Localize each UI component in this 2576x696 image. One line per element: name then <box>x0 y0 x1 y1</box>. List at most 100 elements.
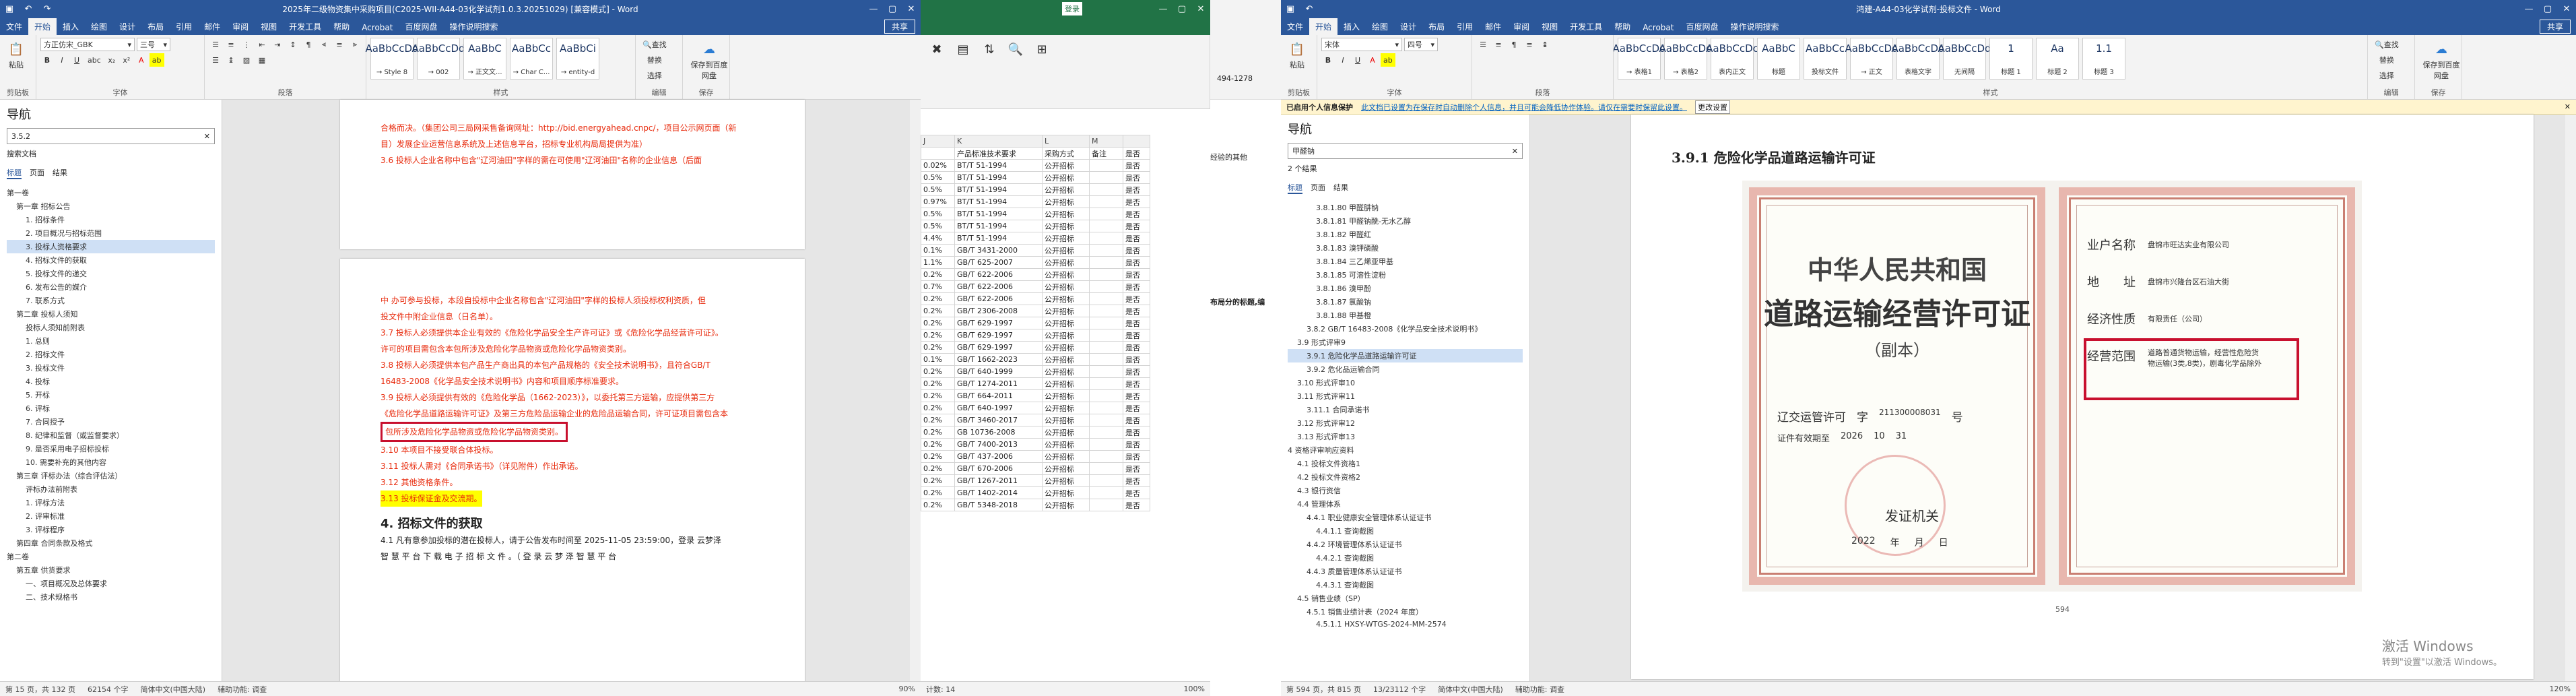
nav-search-input[interactable]: 3.5.2 ✕ <box>7 128 215 144</box>
style-item[interactable]: AaBbCcDd → Style 8 <box>365 38 419 80</box>
table-cell[interactable]: BT/T 51-1994 <box>954 208 1043 220</box>
login-button[interactable]: 登录 <box>1062 2 1082 15</box>
align-center-button[interactable]: ≡ <box>1523 38 1536 51</box>
table-cell[interactable]: GB/T 622-2006 <box>954 292 1043 305</box>
align-right-button[interactable]: ⫸ <box>348 38 362 51</box>
subscript-button[interactable]: x₂ <box>105 53 119 67</box>
close-button[interactable]: ✕ <box>2557 0 2576 18</box>
table-cell[interactable]: 是否 <box>1123 414 1150 426</box>
nav-heading-item[interactable]: 4.4.1.1 查询截图 <box>1288 524 1523 538</box>
maximize-button[interactable]: ▢ <box>1173 0 1191 18</box>
table-cell[interactable]: 是否 <box>1123 499 1150 511</box>
close-button[interactable]: ✕ <box>1191 0 1210 18</box>
table-cell[interactable]: 0.2% <box>921 438 955 451</box>
tab-references[interactable]: 引用 <box>170 18 198 35</box>
nav-heading-item[interactable]: 1. 总则 <box>7 334 215 348</box>
table-cell[interactable] <box>1089 499 1123 511</box>
table-cell[interactable]: 公开招标 <box>1042 329 1090 342</box>
tab-file[interactable]: 文件 <box>1281 18 1309 35</box>
nav-heading-item[interactable]: 第三章 评标办法（综合评估法） <box>7 469 215 482</box>
table-cell[interactable]: 是否 <box>1123 183 1150 196</box>
tab-acrobat[interactable]: Acrobat <box>356 20 399 35</box>
font-size-combo[interactable]: 四号 ▾ <box>1404 38 1438 51</box>
select-button[interactable]: 选择 <box>640 69 669 82</box>
style-item[interactable]: AaBbCcDd 无间隔 <box>1938 38 1991 80</box>
nav-heading-item[interactable]: 4.4.2 环境管理体系认证证书 <box>1288 538 1523 551</box>
style-item[interactable]: AaBbCi → entity-d <box>556 38 599 80</box>
nav-heading-item[interactable]: 5. 投标文件的递交 <box>7 267 215 280</box>
minimize-button[interactable]: — <box>2519 0 2538 18</box>
nav-tab-results[interactable]: 结果 <box>1333 182 1348 194</box>
font-color-button[interactable]: A <box>1366 53 1379 67</box>
nav-tab-results[interactable]: 结果 <box>53 167 67 179</box>
table-cell[interactable]: 0.2% <box>921 450 955 463</box>
table-cell[interactable]: GB/T 629-1997 <box>954 341 1043 354</box>
format-button[interactable]: ▤ <box>951 38 975 61</box>
nav-heading-item[interactable]: 6. 评标 <box>7 402 215 415</box>
nav-heading-item[interactable]: 4.3 银行资信 <box>1288 484 1523 497</box>
table-cell[interactable]: 公开招标 <box>1042 208 1090 220</box>
table-cell[interactable] <box>1089 329 1123 342</box>
table-cell[interactable] <box>1089 474 1123 487</box>
undo-icon[interactable]: ↶ <box>19 0 38 18</box>
italic-button[interactable]: I <box>1336 53 1350 67</box>
table-cell[interactable]: 公开招标 <box>1042 365 1090 378</box>
font-size-combo[interactable]: 三号 ▾ <box>137 38 170 51</box>
tab-home[interactable]: 开始 <box>28 18 57 35</box>
table-cell[interactable] <box>1089 317 1123 329</box>
nav-heading-item[interactable]: 3.9 形式评审9 <box>1288 336 1523 349</box>
nav-heading-item[interactable]: 3. 投标人资格要求 <box>7 240 215 253</box>
table-cell[interactable] <box>1089 220 1123 232</box>
show-marks-button[interactable]: ¶ <box>1507 38 1521 51</box>
nav-heading-item[interactable]: 3.8.1.80 甲醛肼钠 <box>1288 201 1523 214</box>
vertical-scrollbar[interactable] <box>2565 115 2576 681</box>
table-cell[interactable]: 公开招标 <box>1042 414 1090 426</box>
table-cell[interactable]: GB/T 629-1997 <box>954 329 1043 342</box>
table-cell[interactable]: 是否 <box>1123 353 1150 366</box>
table-cell[interactable]: 公开招标 <box>1042 244 1090 257</box>
tab-file[interactable]: 文件 <box>0 18 28 35</box>
table-cell[interactable]: 是否 <box>1123 244 1150 257</box>
tell-me-search[interactable]: 操作说明搜索 <box>1725 18 1785 35</box>
superscript-button[interactable]: x² <box>120 53 133 67</box>
table-cell[interactable]: 公开招标 <box>1042 220 1090 232</box>
style-item[interactable]: AaBbCcDc 表内正文 <box>1706 38 1758 80</box>
minimize-button[interactable]: — <box>864 0 883 18</box>
nav-heading-item[interactable]: 3.8.1.82 甲醛红 <box>1288 228 1523 241</box>
nav-heading-item[interactable]: 3.11.1 合同承诺书 <box>1288 403 1523 416</box>
table-cell[interactable] <box>1089 171 1123 184</box>
table-cell[interactable]: BT/T 51-1994 <box>954 195 1043 208</box>
nav-heading-item[interactable]: 6. 发布公告的媒介 <box>7 280 215 294</box>
nav-heading-item[interactable]: 3. 评标程序 <box>7 523 215 536</box>
table-cell[interactable]: GB/T 622-2006 <box>954 280 1043 293</box>
table-cell[interactable]: 0.2% <box>921 462 955 475</box>
table-cell[interactable]: 0.2% <box>921 268 955 281</box>
style-item[interactable]: AaBbCcDd → 表格1 <box>1614 38 1666 80</box>
table-cell[interactable]: GB/T 3460-2017 <box>954 414 1043 426</box>
table-cell[interactable] <box>1089 256 1123 269</box>
sort-filter-button[interactable]: ⇅ <box>977 38 1001 61</box>
addin-button[interactable]: ⊞ <box>1030 38 1054 61</box>
table-cell[interactable]: 公开招标 <box>1042 486 1090 499</box>
numbering-button[interactable]: ≡ <box>224 38 238 51</box>
strike-button[interactable]: abc <box>85 53 104 67</box>
vertical-scrollbar[interactable] <box>910 100 921 681</box>
style-item[interactable]: AaBbCc 投标文件 <box>1804 38 1847 80</box>
table-cell[interactable]: GB/T 437-2006 <box>954 450 1043 463</box>
nav-heading-item[interactable]: 4. 招标文件的获取 <box>7 253 215 267</box>
nav-heading-item[interactable]: 3.10 形式评审10 <box>1288 376 1523 389</box>
share-button[interactable]: 共享 <box>2539 20 2571 34</box>
tab-mailings[interactable]: 邮件 <box>1479 18 1507 35</box>
table-cell[interactable]: GB/T 1662-2023 <box>954 353 1043 366</box>
nav-heading-item[interactable]: 第二章 投标人须知 <box>7 307 215 321</box>
table-cell[interactable] <box>1089 159 1123 172</box>
tab-acrobat[interactable]: Acrobat <box>1637 20 1680 35</box>
nav-heading-item[interactable]: 4.4 管理体系 <box>1288 497 1523 511</box>
table-cell[interactable] <box>1089 377 1123 390</box>
bullets-button[interactable]: ☰ <box>1476 38 1490 51</box>
bold-button[interactable]: B <box>1321 53 1335 67</box>
table-cell[interactable]: 是否 <box>1123 195 1150 208</box>
tab-developer[interactable]: 开发工具 <box>1564 18 1608 35</box>
tell-me-search[interactable]: 操作说明搜索 <box>444 18 504 35</box>
bullets-button[interactable]: ☰ <box>209 38 222 51</box>
